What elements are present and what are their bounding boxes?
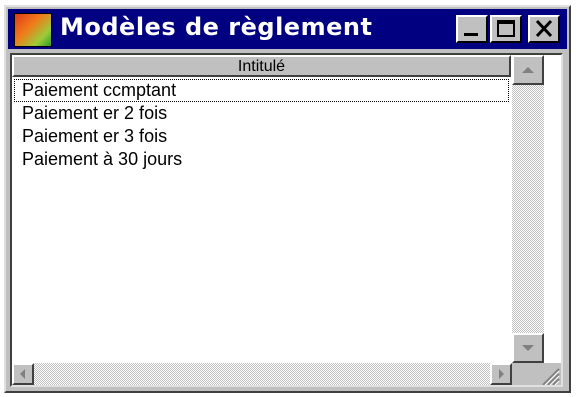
arrow-left-icon xyxy=(20,369,25,379)
column-header-label: Intitulé xyxy=(237,58,286,75)
column-header-intitule[interactable]: Intitulé xyxy=(12,55,511,77)
list-item[interactable]: Paiement ccmptant xyxy=(14,79,509,102)
list-rows: Paiement ccmptant Paiement er 2 fois Pai… xyxy=(14,79,509,171)
close-icon xyxy=(535,19,553,38)
list-item[interactable]: Paiement er 3 fois xyxy=(14,125,509,148)
scroll-down-button[interactable] xyxy=(512,333,544,363)
scroll-up-button[interactable] xyxy=(512,55,544,85)
window-title: Modèles de règlement xyxy=(60,13,373,41)
resize-grip-icon xyxy=(542,368,560,385)
minimize-icon xyxy=(464,33,478,36)
scroll-right-button[interactable] xyxy=(490,363,512,385)
minimize-button[interactable] xyxy=(456,15,488,43)
arrow-down-icon xyxy=(522,345,534,351)
list-item[interactable]: Paiement à 30 jours xyxy=(14,148,509,171)
maximize-button[interactable] xyxy=(490,15,522,43)
maximize-icon xyxy=(497,20,515,37)
close-button[interactable] xyxy=(528,15,560,43)
arrow-up-icon xyxy=(522,67,534,73)
resize-grip[interactable] xyxy=(512,363,561,385)
window: Modèles de règlement Intitulé Paiement c… xyxy=(4,5,571,393)
title-bar[interactable]: Modèles de règlement xyxy=(8,9,567,49)
vertical-scrollbar[interactable] xyxy=(512,55,544,363)
horizontal-scrollbar[interactable] xyxy=(12,363,512,385)
list-item[interactable]: Paiement er 2 fois xyxy=(14,102,509,125)
app-icon[interactable] xyxy=(14,13,52,47)
scroll-left-button[interactable] xyxy=(12,363,34,385)
list-view: Intitulé Paiement ccmptant Paiement er 2… xyxy=(10,53,563,387)
arrow-right-icon xyxy=(499,369,504,379)
